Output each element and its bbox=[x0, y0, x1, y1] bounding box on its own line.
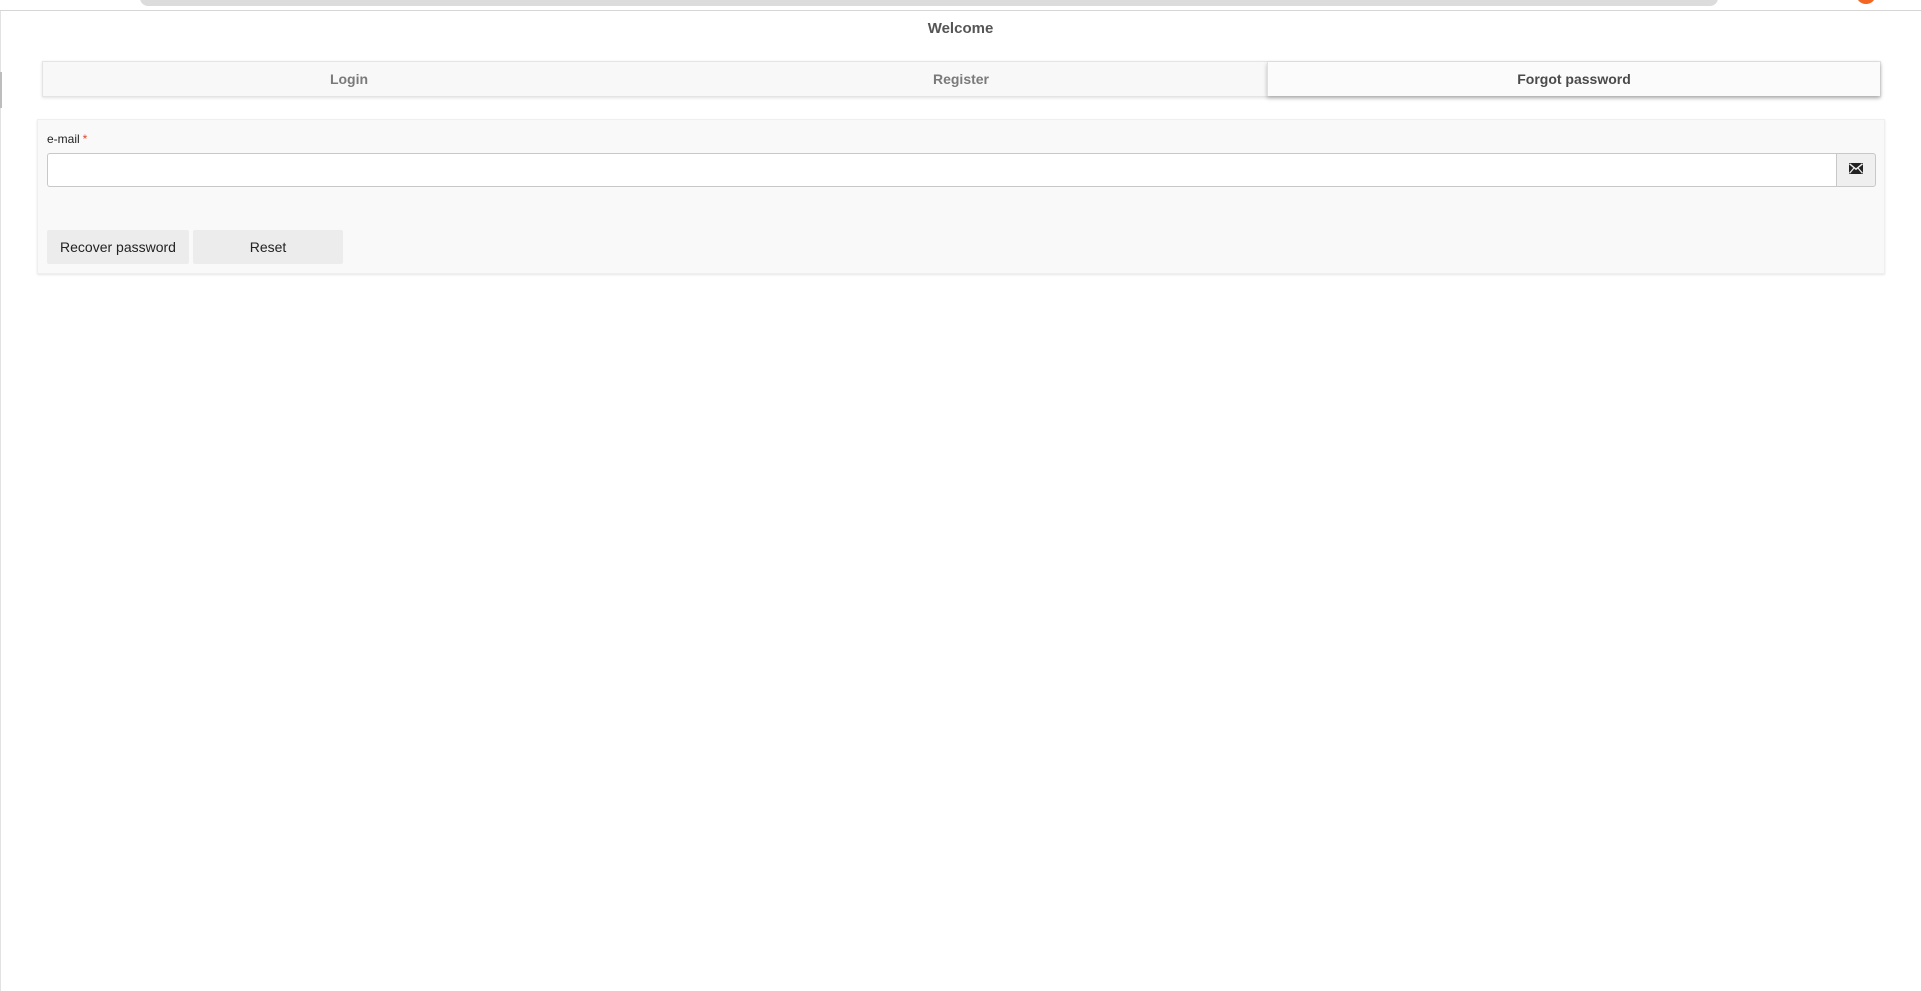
email-label-text: e-mail bbox=[47, 132, 80, 146]
email-label: e-mail * bbox=[47, 132, 87, 146]
tab-login[interactable]: Login bbox=[43, 62, 655, 96]
required-marker: * bbox=[82, 132, 88, 146]
address-bar[interactable] bbox=[140, 0, 1718, 6]
email-field[interactable] bbox=[47, 153, 1836, 187]
tab-register[interactable]: Register bbox=[655, 62, 1267, 96]
recover-password-button[interactable]: Recover password bbox=[47, 230, 189, 264]
left-scroll-marker bbox=[0, 72, 2, 108]
browser-top-bar bbox=[0, 0, 1921, 11]
form-actions: Recover password Reset bbox=[47, 230, 343, 264]
forgot-password-form: e-mail * Recover password Reset bbox=[37, 119, 1885, 274]
left-border bbox=[0, 11, 1, 991]
reset-button[interactable]: Reset bbox=[193, 230, 343, 264]
email-addon bbox=[1836, 153, 1876, 187]
email-input-group bbox=[47, 153, 1876, 187]
page-title: Welcome bbox=[927, 20, 994, 37]
browser-extension-icon[interactable] bbox=[1856, 0, 1876, 4]
auth-tabs: Login Register Forgot password bbox=[42, 61, 1881, 97]
envelope-icon bbox=[1849, 161, 1863, 179]
tab-forgot-password[interactable]: Forgot password bbox=[1267, 62, 1880, 96]
